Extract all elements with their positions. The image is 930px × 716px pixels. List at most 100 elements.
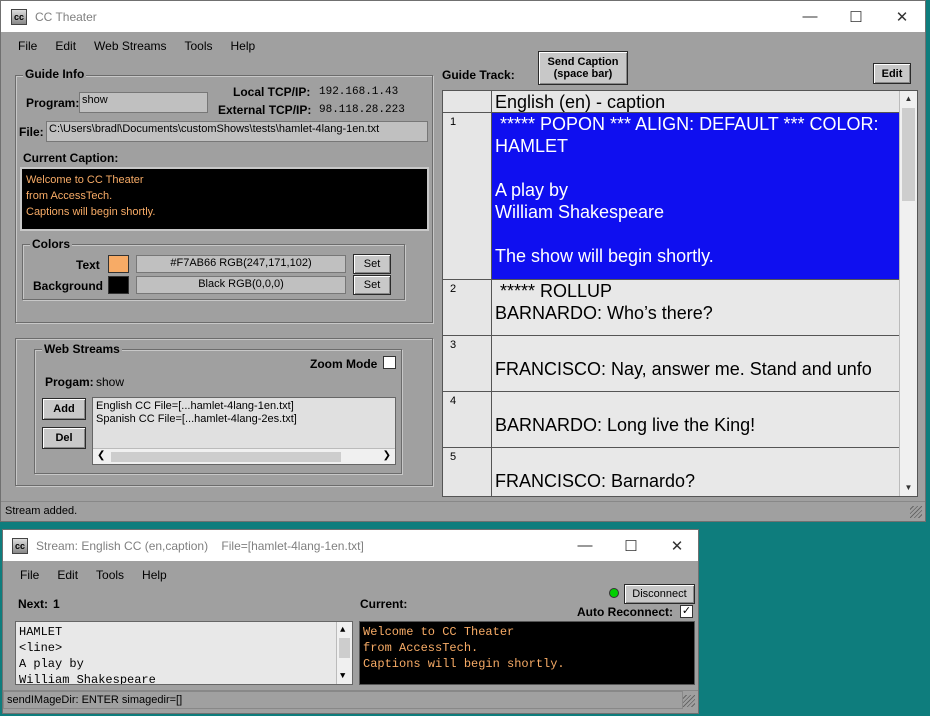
table-row[interactable]: 5 FRANCISCO: Barnardo? (443, 448, 899, 496)
next-line: A play by (19, 657, 84, 671)
menu-help[interactable]: Help (142, 568, 167, 582)
set-background-color-button[interactable]: Set (353, 275, 391, 295)
stream-statusbar: sendIMageDir: ENTER simagedir=[] (3, 690, 698, 710)
edit-button[interactable]: Edit (873, 63, 911, 84)
add-stream-button[interactable]: Add (42, 398, 86, 420)
auto-reconnect-checkbox[interactable]: ✓ (680, 605, 693, 618)
current-caption-label: Current Caption: (23, 151, 119, 165)
scroll-up-icon[interactable]: ▲ (900, 91, 917, 107)
stream-title: Stream: English CC (en,caption) File=[ha… (36, 538, 364, 553)
current-line: from AccessTech. (363, 641, 479, 655)
app-icon: cc (11, 8, 27, 25)
menu-edit[interactable]: Edit (57, 568, 78, 582)
progam-label: Progam: (45, 375, 94, 389)
scroll-down-icon[interactable]: ▼ (900, 480, 917, 496)
background-color-label: Background (33, 279, 104, 293)
scroll-thumb[interactable] (339, 638, 350, 658)
caption-line: Captions will begin shortly. (26, 206, 156, 218)
guide-track-grid[interactable]: English (en) - caption 1 ***** POPON ***… (442, 90, 918, 497)
current-label: Current: (360, 597, 408, 611)
next-line: HAMLET (19, 625, 63, 639)
current-caption-box: Welcome to CC Theater from AccessTech. C… (359, 621, 695, 685)
menu-file[interactable]: File (18, 39, 37, 53)
minimize-icon[interactable]: — (562, 530, 608, 561)
current-line: Welcome to CC Theater (363, 625, 515, 639)
del-stream-button[interactable]: Del (42, 427, 86, 449)
table-row[interactable]: 2 ***** ROLLUP BARNARDO: Who’s there? (443, 280, 899, 336)
row-number: 3 (443, 336, 492, 391)
caption-line: from AccessTech. (26, 190, 113, 202)
file-field[interactable]: C:\Users\bradl\Documents\customShows\tes… (46, 121, 428, 142)
background-color-swatch[interactable] (108, 276, 129, 294)
maximize-icon[interactable]: ☐ (833, 1, 879, 32)
row-number: 5 (443, 448, 492, 496)
external-ip-value: 98.118.28.223 (319, 104, 405, 116)
close-icon[interactable]: ✕ (879, 1, 925, 32)
main-title: CC Theater (35, 9, 97, 24)
zoom-mode-checkbox[interactable] (383, 356, 396, 369)
next-caption-box[interactable]: HAMLET <line> A play by William Shakespe… (15, 621, 353, 685)
next-label: Next: (18, 597, 49, 611)
horizontal-scrollbar[interactable]: ❮ ❯ (93, 448, 395, 464)
local-ip-value: 192.168.1.43 (319, 86, 399, 98)
text-color-swatch[interactable] (108, 255, 129, 273)
zoom-mode-label: Zoom Mode (310, 357, 378, 371)
menu-help[interactable]: Help (231, 39, 256, 53)
column-header[interactable]: English (en) - caption (495, 92, 665, 113)
caption-cell[interactable]: BARNARDO: Long live the King! (492, 392, 899, 447)
connection-indicator-icon (609, 588, 619, 598)
caption-cell[interactable]: ***** POPON *** ALIGN: DEFAULT *** COLOR… (492, 113, 899, 279)
background-color-value: Black RGB(0,0,0) (136, 276, 346, 294)
scroll-up-icon[interactable]: ▲ (340, 622, 345, 638)
disconnect-button[interactable]: Disconnect (624, 584, 695, 604)
scroll-down-icon[interactable]: ▼ (340, 668, 345, 684)
menu-edit[interactable]: Edit (55, 39, 76, 53)
send-caption-button[interactable]: Send Caption (space bar) (538, 51, 628, 85)
caption-cell[interactable]: FRANCISCO: Nay, answer me. Stand and unf… (492, 336, 899, 391)
row-number: 4 (443, 392, 492, 447)
row-number: 1 (443, 113, 492, 279)
local-ip-label: Local TCP/IP: (233, 85, 311, 99)
table-row[interactable]: 4 BARNARDO: Long live the King! (443, 392, 899, 448)
stream-window: cc Stream: English CC (en,caption) File=… (2, 529, 699, 714)
next-line: William Shakespeare (19, 673, 156, 685)
close-icon[interactable]: ✕ (654, 530, 700, 561)
grid-corner (443, 91, 492, 113)
scroll-right-icon[interactable]: ❯ (383, 450, 391, 461)
auto-reconnect-label: Auto Reconnect: (577, 605, 673, 619)
stream-titlebar[interactable]: cc Stream: English CC (en,caption) File=… (3, 530, 698, 561)
web-streams-list[interactable]: English CC File=[...hamlet-4lang-1en.txt… (92, 397, 396, 465)
scroll-thumb[interactable] (902, 108, 915, 201)
scroll-left-icon[interactable]: ❮ (97, 450, 105, 461)
table-row[interactable]: 3 FRANCISCO: Nay, answer me. Stand and u… (443, 336, 899, 392)
set-text-color-button[interactable]: Set (353, 254, 391, 274)
next-line: <line> (19, 641, 63, 655)
program-label: Program: (26, 96, 80, 110)
main-menubar: File Edit Web Streams Tools Help (1, 32, 925, 59)
stream-app-icon: cc (12, 537, 28, 554)
main-titlebar[interactable]: cc CC Theater — ☐ ✕ (1, 1, 925, 32)
resize-grip-icon[interactable] (910, 506, 922, 518)
caption-cell[interactable]: FRANCISCO: Barnardo? (492, 448, 899, 496)
vertical-scrollbar[interactable]: ▲ ▼ (336, 622, 352, 684)
status-input[interactable] (3, 691, 683, 709)
menu-tools[interactable]: Tools (185, 39, 213, 53)
table-row[interactable]: 1 ***** POPON *** ALIGN: DEFAULT *** COL… (443, 113, 899, 280)
send-caption-label: Send Caption (547, 56, 619, 68)
menu-file[interactable]: File (20, 568, 39, 582)
vertical-scrollbar[interactable]: ▲ ▼ (899, 91, 917, 496)
menu-tools[interactable]: Tools (96, 568, 124, 582)
scroll-thumb[interactable] (111, 452, 341, 462)
list-item[interactable]: Spanish CC File=[...hamlet-4lang-2es.txt… (96, 413, 297, 425)
current-line: Captions will begin shortly. (363, 657, 565, 671)
caption-cell[interactable]: ***** ROLLUP BARNARDO: Who’s there? (492, 280, 899, 335)
status-text: Stream added. (5, 505, 78, 517)
menu-web-streams[interactable]: Web Streams (94, 39, 166, 53)
minimize-icon[interactable]: — (787, 1, 833, 32)
list-item[interactable]: English CC File=[...hamlet-4lang-1en.txt… (96, 400, 294, 412)
web-streams-label: Web Streams (42, 342, 122, 356)
program-field[interactable]: show (79, 92, 208, 113)
maximize-icon[interactable]: ☐ (608, 530, 654, 561)
main-statusbar: Stream added. (1, 501, 925, 521)
resize-grip-icon[interactable] (683, 695, 695, 707)
